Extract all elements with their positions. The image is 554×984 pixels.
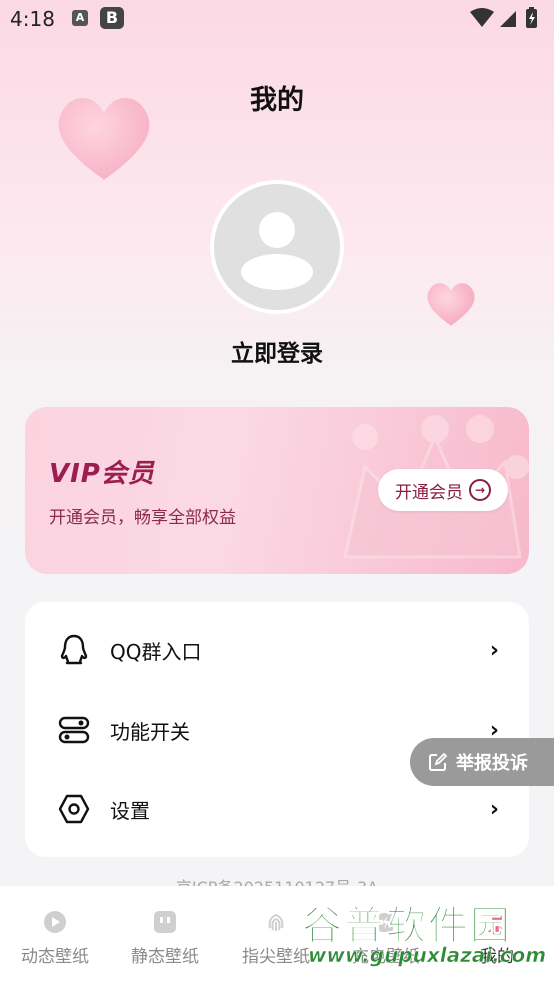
menu-item-label: 功能开关 bbox=[110, 719, 190, 744]
page-title: 我的 bbox=[250, 85, 304, 116]
tab-label: 动态壁纸 bbox=[21, 947, 89, 967]
open-vip-button[interactable]: 开通会员 → bbox=[378, 469, 508, 511]
report-button-label: 举报投诉 bbox=[456, 753, 528, 774]
edit-icon bbox=[429, 752, 448, 771]
b-notification-icon: B bbox=[100, 7, 124, 29]
menu-item-label: QQ群入口 bbox=[110, 639, 202, 664]
status-time: 4:18 bbox=[10, 7, 55, 31]
tab-label: 静态壁纸 bbox=[131, 947, 199, 967]
vip-title: VIP会员 bbox=[49, 459, 155, 489]
user-placeholder-icon bbox=[241, 212, 313, 290]
menu-item-label: 设置 bbox=[110, 798, 150, 823]
wifi-icon bbox=[470, 8, 494, 27]
avatar[interactable] bbox=[210, 180, 344, 314]
tab-static-wallpaper[interactable]: 静态壁纸 bbox=[110, 886, 220, 984]
image-icon bbox=[154, 911, 176, 933]
tab-dynamic-wallpaper[interactable]: 动态壁纸 bbox=[0, 886, 110, 984]
settings-hexagon-icon bbox=[58, 794, 90, 824]
chevron-right-icon: › bbox=[489, 637, 499, 663]
play-icon bbox=[44, 911, 66, 933]
vip-subtitle: 开通会员，畅享全部权益 bbox=[49, 508, 236, 528]
toggle-icon bbox=[58, 716, 90, 744]
login-link[interactable]: 立即登录 bbox=[0, 334, 554, 368]
menu-card: QQ群入口 › 功能开关 › 设置 › bbox=[25, 602, 529, 857]
arrow-right-circle-icon: → bbox=[469, 479, 491, 501]
menu-item-qq-group[interactable]: QQ群入口 › bbox=[25, 615, 529, 685]
heart-decoration-icon bbox=[427, 283, 475, 326]
status-icons bbox=[470, 7, 537, 28]
a-notification-icon: A bbox=[72, 10, 88, 26]
chevron-right-icon: › bbox=[489, 796, 499, 822]
battery-icon bbox=[526, 7, 537, 28]
report-button[interactable]: 举报投诉 bbox=[410, 738, 554, 786]
qq-icon bbox=[60, 634, 88, 665]
vip-card[interactable]: VIP会员 开通会员，畅享全部权益 开通会员 → bbox=[25, 407, 529, 574]
watermark-url: www.gupuxlazai.com bbox=[308, 943, 547, 968]
status-bar: 4:18 A B bbox=[0, 0, 554, 38]
signal-icon bbox=[500, 11, 516, 27]
fingerprint-icon bbox=[268, 913, 284, 931]
watermark: 谷普软件园 www.gupuxlazai.com bbox=[302, 893, 552, 973]
open-vip-button-label: 开通会员 bbox=[395, 482, 463, 503]
